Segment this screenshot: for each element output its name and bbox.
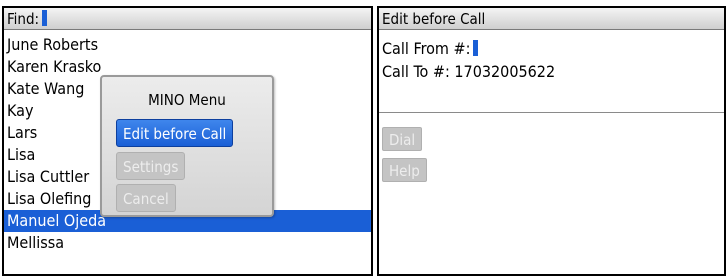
edit-before-call-screen: Edit before Call Call From #: Call To #:…: [377, 6, 726, 276]
call-to-label: Call To #:: [382, 62, 450, 81]
call-from-label: Call From #:: [382, 39, 471, 58]
screen-title: Edit before Call: [379, 8, 724, 30]
text-cursor: [42, 10, 48, 26]
text-cursor: [473, 40, 479, 56]
settings-button[interactable]: Settings: [116, 152, 186, 180]
find-bar[interactable]: Find:: [4, 8, 371, 30]
dial-button[interactable]: Dial: [382, 127, 423, 151]
call-to-field[interactable]: Call To #: 17032005622: [382, 62, 555, 82]
contact-item-june-roberts[interactable]: June Roberts: [4, 34, 371, 56]
find-label: Find:: [7, 10, 40, 28]
contact-item-mellissa[interactable]: Mellissa: [4, 232, 371, 254]
help-button[interactable]: Help: [382, 158, 427, 182]
contact-list-screen: Find: June Roberts Karen Krasko Kate Wan…: [2, 6, 373, 276]
menu-title: MINO Menu: [148, 91, 226, 109]
cancel-button[interactable]: Cancel: [116, 184, 176, 212]
divider: [379, 112, 724, 113]
edit-before-call-button[interactable]: Edit before Call: [116, 119, 234, 147]
call-from-field[interactable]: Call From #:: [382, 39, 479, 59]
mino-menu-popup: MINO Menu Edit before Call Settings Canc…: [100, 75, 274, 217]
call-to-value: 17032005622: [454, 62, 556, 81]
